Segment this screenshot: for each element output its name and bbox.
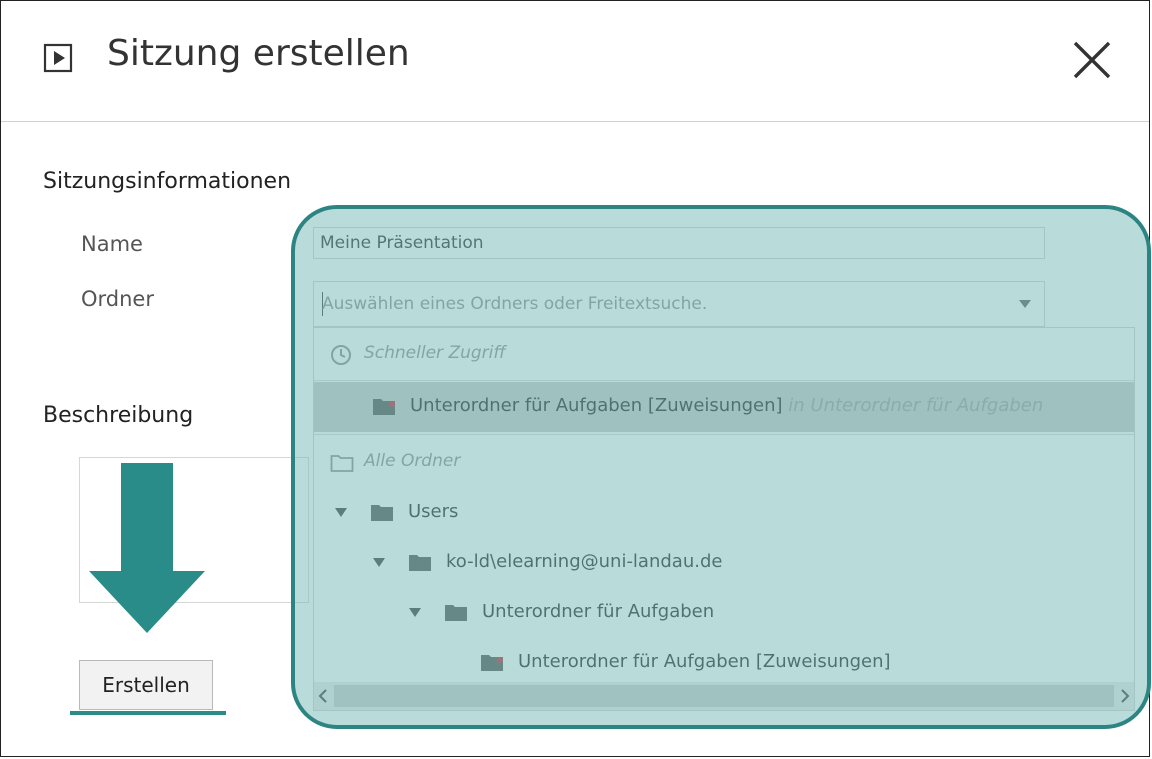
close-icon[interactable]: [1069, 37, 1115, 83]
tree-item-subfolder[interactable]: Unterordner für Aufgaben: [314, 588, 1134, 638]
name-input[interactable]: Meine Präsentation: [313, 227, 1045, 259]
expanded-triangle-icon[interactable]: [408, 605, 422, 619]
tree-item-label: ko-ld\elearning@uni-landau.de: [446, 551, 723, 572]
folder-select-placeholder: Auswählen eines Ordners oder Freitextsuc…: [322, 294, 708, 314]
quick-access-item-path: in Unterordner für Aufgaben: [788, 395, 1044, 416]
tree-item-label: Users: [408, 501, 459, 522]
play-icon: [43, 43, 73, 73]
all-folders-group: Alle Ordner: [314, 438, 1134, 488]
folder-select[interactable]: Auswählen eines Ordners oder Freitextsuc…: [313, 281, 1045, 327]
folder-icon: [409, 555, 431, 571]
name-label: Name: [81, 232, 143, 256]
clock-icon: [331, 345, 351, 365]
expanded-triangle-icon[interactable]: [334, 505, 348, 519]
down-arrow-annotation: [89, 463, 205, 633]
divider: [314, 434, 1134, 435]
scroll-left-icon[interactable]: [318, 688, 328, 704]
assignment-folder-icon: [481, 655, 503, 671]
folder-icon: [445, 605, 467, 621]
quick-access-item-label: Unterordner für Aufgaben [Zuweisungen]: [410, 395, 783, 416]
tree-item-label: Unterordner für Aufgaben: [482, 601, 715, 622]
quick-access-label: Schneller Zugriff: [364, 343, 506, 363]
dialog-title: Sitzung erstellen: [107, 33, 410, 74]
tree-item-assignments[interactable]: Unterordner für Aufgaben [Zuweisungen]: [314, 638, 1134, 688]
tree-item-users[interactable]: Users: [314, 488, 1134, 538]
folder-icon: [371, 505, 393, 521]
dropdown-arrow-icon[interactable]: [1018, 299, 1032, 309]
quick-access-item[interactable]: Unterordner für Aufgaben [Zuweisungen] i…: [314, 382, 1134, 432]
assignment-folder-icon: [373, 399, 395, 415]
folder-outline-icon: [330, 455, 354, 472]
dialog-header: Sitzung erstellen: [1, 1, 1149, 122]
scrollbar-thumb[interactable]: [334, 685, 1114, 707]
folder-label: Ordner: [81, 287, 154, 311]
tree-item-user-account[interactable]: ko-ld\elearning@uni-landau.de: [314, 538, 1134, 588]
divider: [314, 380, 1134, 381]
horizontal-scrollbar[interactable]: [314, 682, 1134, 710]
create-session-dialog: Sitzung erstellen Sitzungsinformationen …: [0, 0, 1151, 757]
session-info-heading: Sitzungsinformationen: [43, 169, 292, 194]
scroll-right-icon[interactable]: [1120, 688, 1130, 704]
quick-access-group: Schneller Zugriff: [314, 330, 1134, 380]
all-folders-label: Alle Ordner: [364, 451, 461, 471]
description-heading: Beschreibung: [43, 403, 194, 428]
create-button-underline: [70, 711, 226, 715]
create-button[interactable]: Erstellen: [79, 660, 213, 710]
tree-item-label: Unterordner für Aufgaben [Zuweisungen]: [518, 651, 891, 672]
folder-dropdown-list: Schneller Zugriff Unterordner für Aufgab…: [313, 327, 1135, 711]
expanded-triangle-icon[interactable]: [372, 555, 386, 569]
